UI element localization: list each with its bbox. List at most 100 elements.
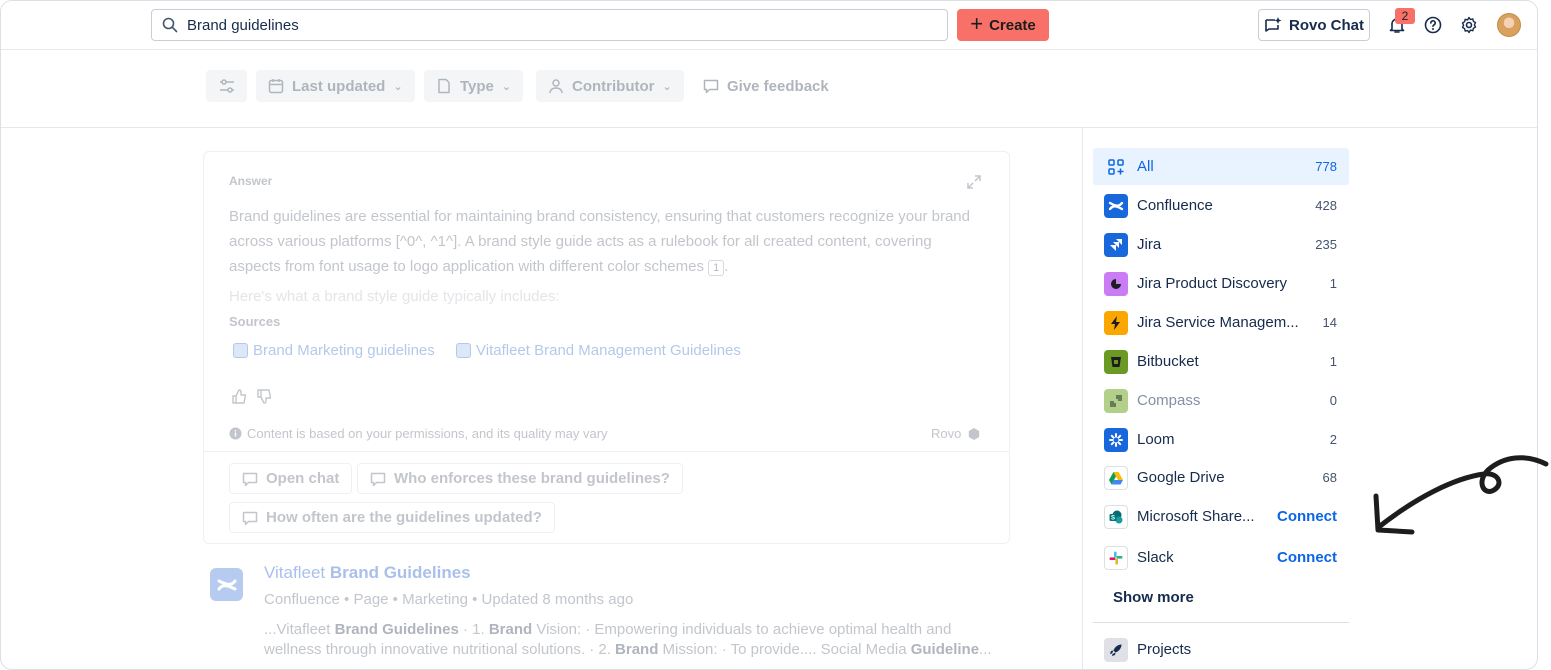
sidebar-item-label: Jira bbox=[1137, 236, 1162, 253]
search-input[interactable]: Brand guidelines bbox=[151, 9, 948, 41]
expand-icon[interactable] bbox=[966, 174, 982, 190]
sidebar-item-label: Jira Service Managem... bbox=[1137, 314, 1299, 331]
sidebar-item-projects[interactable]: Projects bbox=[1093, 631, 1349, 668]
show-more-button[interactable]: Show more bbox=[1113, 589, 1194, 606]
product-filter-sidebar: All 778 Confluence 428 Jira 235 Jira Pro… bbox=[1082, 128, 1537, 669]
sidebar-item-jira-service-management[interactable]: Jira Service Managem... 14 bbox=[1093, 304, 1349, 341]
help-button[interactable] bbox=[1421, 13, 1445, 37]
type-filter[interactable]: Type ⌄ bbox=[424, 70, 524, 102]
suggested-question[interactable]: How often are the guidelines updated? bbox=[229, 502, 555, 533]
source-link[interactable]: Vitafleet Brand Management Guidelines bbox=[456, 338, 741, 362]
answer-text: Brand guidelines are essential for maint… bbox=[229, 208, 970, 276]
page-icon bbox=[233, 342, 248, 358]
person-icon bbox=[549, 79, 563, 94]
source-title: Brand Marketing guidelines bbox=[253, 341, 435, 359]
last-updated-filter[interactable]: Last updated ⌄ bbox=[256, 70, 415, 102]
snippet-highlight: Guideline bbox=[910, 641, 980, 658]
sidebar-item-count: 2 bbox=[1329, 432, 1337, 447]
answer-body: Brand guidelines are essential for maint… bbox=[229, 208, 970, 275]
last-updated-label: Last updated bbox=[292, 77, 386, 95]
sidebar-item-label: Bitbucket bbox=[1137, 353, 1199, 370]
snippet-highlight: Brand Guidelines bbox=[334, 621, 459, 638]
filter-bar: Last updated ⌄ Type ⌄ Contributor ⌄ Give… bbox=[1, 50, 1537, 128]
chevron-down-icon: ⌄ bbox=[662, 80, 672, 93]
sidebar-item-loom[interactable]: Loom 2 bbox=[1093, 421, 1349, 458]
sidebar-item-jira-product-discovery[interactable]: Jira Product Discovery 1 bbox=[1093, 265, 1349, 302]
result-snippet: ...Vitafleet Brand Guidelines · 1. Brand… bbox=[264, 620, 1004, 660]
connect-slack-button[interactable]: Connect bbox=[1277, 549, 1349, 566]
type-label: Type bbox=[460, 77, 494, 95]
loom-icon bbox=[1104, 427, 1128, 452]
chat-sparkle-icon bbox=[1265, 17, 1282, 32]
gear-icon bbox=[1461, 16, 1477, 34]
sidebar-item-google-drive[interactable]: Google Drive 68 bbox=[1093, 459, 1349, 496]
help-icon bbox=[1424, 16, 1442, 34]
source-link[interactable]: Brand Marketing guidelines bbox=[233, 338, 435, 362]
sidebar-item-compass[interactable]: Compass 0 bbox=[1093, 382, 1349, 419]
result-title-bold: Brand Guidelines bbox=[329, 563, 471, 582]
chat-icon bbox=[242, 511, 258, 525]
document-icon bbox=[438, 78, 450, 94]
sidebar-item-label: Microsoft Share... bbox=[1137, 508, 1255, 525]
open-chat-button[interactable]: Open chat bbox=[229, 463, 353, 494]
suggestion-label: Open chat bbox=[266, 470, 340, 487]
sidebar-item-count: 14 bbox=[1322, 315, 1337, 330]
give-feedback-button[interactable]: Give feedback bbox=[703, 70, 829, 102]
create-button[interactable]: + Create bbox=[957, 9, 1049, 41]
answer-label: Answer bbox=[229, 174, 273, 188]
google-drive-icon bbox=[1104, 465, 1128, 490]
result-title-prefix: Vitafleet bbox=[264, 563, 326, 582]
sidebar-item-label: Compass bbox=[1137, 392, 1201, 409]
calendar-icon bbox=[268, 79, 284, 94]
snippet-text: wellness through innovative nutritional … bbox=[264, 641, 616, 658]
sidebar-item-bitbucket[interactable]: Bitbucket 1 bbox=[1093, 343, 1349, 380]
chevron-down-icon: ⌄ bbox=[501, 80, 512, 93]
rovo-tag: Rovo bbox=[931, 426, 981, 441]
contributor-filter[interactable]: Contributor ⌄ bbox=[536, 70, 684, 102]
connect-sharepoint-button[interactable]: Connect bbox=[1277, 508, 1349, 525]
rocket-icon bbox=[1104, 637, 1128, 662]
top-navigation: Brand guidelines + Create Rovo Chat 2 bbox=[1, 1, 1537, 50]
sidebar-item-label: Loom bbox=[1137, 431, 1175, 448]
sidebar-item-count: 428 bbox=[1315, 198, 1337, 213]
bitbucket-icon bbox=[1104, 349, 1128, 374]
settings-button[interactable] bbox=[1457, 13, 1481, 37]
rovo-chat-button[interactable]: Rovo Chat bbox=[1258, 9, 1370, 41]
plus-icon: + bbox=[970, 11, 984, 36]
disclaimer-text: Content is based on your permissions, an… bbox=[247, 426, 608, 441]
sliders-icon bbox=[219, 79, 234, 93]
rovo-label: Rovo bbox=[931, 426, 962, 441]
chat-icon bbox=[370, 472, 386, 486]
user-avatar[interactable] bbox=[1497, 13, 1521, 37]
feedback-thumbs bbox=[231, 388, 273, 405]
sidebar-item-label: Slack bbox=[1137, 549, 1174, 566]
sidebar-item-jira[interactable]: Jira 235 bbox=[1093, 226, 1349, 263]
contributor-label: Contributor bbox=[572, 77, 655, 95]
suggestion-label: Who enforces these brand guidelines? bbox=[394, 470, 670, 487]
disclaimer: Content is based on your permissions, an… bbox=[229, 426, 608, 441]
app-window: Brand guidelines + Create Rovo Chat 2 La… bbox=[0, 0, 1538, 670]
sources-label: Sources bbox=[229, 314, 281, 329]
sidebar-item-count: 1 bbox=[1329, 354, 1337, 369]
search-value: Brand guidelines bbox=[187, 16, 299, 34]
svg-text:S: S bbox=[1111, 515, 1115, 521]
reference-badge[interactable]: 1 bbox=[708, 260, 725, 276]
sidebar-item-confluence[interactable]: Confluence 428 bbox=[1093, 187, 1349, 224]
suggestion-label: How often are the guidelines updated? bbox=[266, 509, 542, 526]
card-divider bbox=[204, 451, 1009, 452]
filter-settings-button[interactable] bbox=[206, 70, 247, 102]
product-discovery-icon bbox=[1104, 271, 1128, 296]
notification-badge: 2 bbox=[1395, 8, 1415, 24]
source-title: Vitafleet Brand Management Guidelines bbox=[476, 341, 741, 359]
sidebar-item-microsoft-sharepoint: S Microsoft Share... Connect bbox=[1093, 498, 1349, 535]
sidebar-item-all[interactable]: All 778 bbox=[1093, 148, 1349, 185]
result-title[interactable]: Vitafleet Brand Guidelines bbox=[264, 563, 471, 583]
snippet-text: ...Vitafleet bbox=[264, 621, 335, 638]
sidebar-item-count: 1 bbox=[1329, 276, 1337, 291]
snippet-text: ... bbox=[979, 641, 992, 658]
suggested-question[interactable]: Who enforces these brand guidelines? bbox=[357, 463, 683, 494]
thumbs-down-icon[interactable] bbox=[256, 388, 273, 405]
sidebar-item-count: 235 bbox=[1315, 237, 1337, 252]
thumbs-up-icon[interactable] bbox=[231, 388, 248, 405]
sidebar-item-label: Jira Product Discovery bbox=[1137, 275, 1288, 292]
